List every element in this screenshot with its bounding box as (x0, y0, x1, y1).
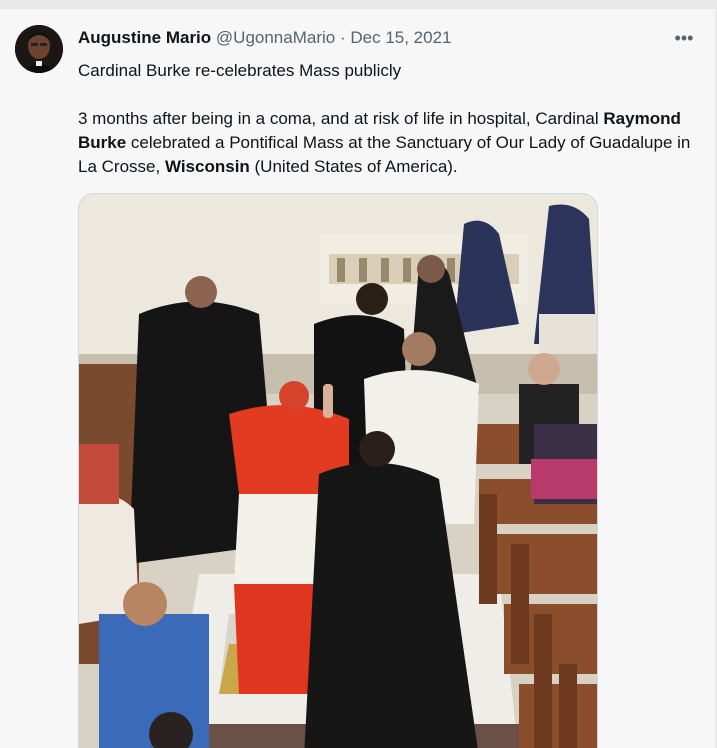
separator-dot: · (339, 28, 346, 47)
display-name[interactable]: Augustine Mario (78, 28, 211, 47)
tweet-text-paragraph: 3 months after being in a coma, and at r… (78, 107, 698, 179)
text-segment: (United States of America). (249, 157, 458, 176)
tweet-text-line1: Cardinal Burke re-celebrates Mass public… (78, 61, 402, 80)
avatar[interactable] (15, 25, 63, 73)
more-options-icon[interactable]: ••• (672, 29, 696, 47)
text-bold-place: Wisconsin (164, 157, 250, 176)
tweet-date[interactable]: Dec 15, 2021 (350, 28, 451, 47)
text-segment: 3 months after being in a coma, and at r… (78, 109, 604, 128)
tweet-text: Cardinal Burke re-celebrates Mass public… (78, 59, 698, 179)
tweet-header: Augustine Mario @UgonnaMario · Dec 15, 2… (78, 26, 452, 50)
tweet-card[interactable]: Augustine Mario @UgonnaMario · Dec 15, 2… (0, 8, 715, 748)
user-handle[interactable]: @UgonnaMario (216, 28, 335, 47)
tweet-photo[interactable] (78, 193, 598, 748)
